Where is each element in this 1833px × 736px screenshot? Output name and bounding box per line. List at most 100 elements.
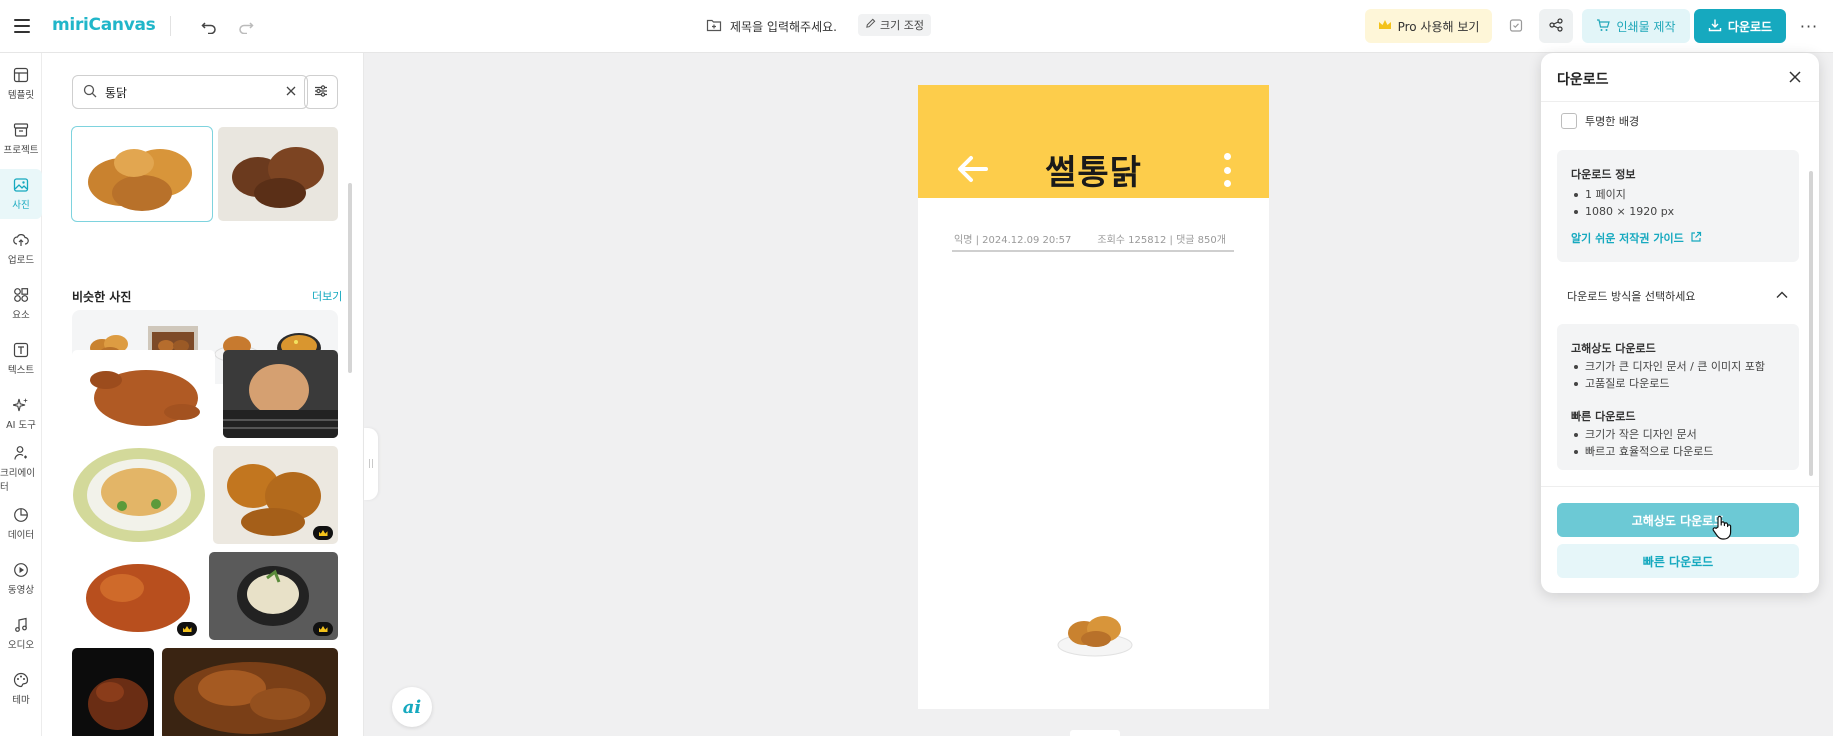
creator-icon bbox=[14, 446, 27, 460]
rail-item-elements[interactable]: 요소 bbox=[0, 279, 42, 329]
rail-item-data[interactable]: 데이터 bbox=[0, 499, 42, 549]
page-heading[interactable]: 썰통닭 bbox=[918, 145, 1269, 194]
rail-item-project[interactable]: 프로젝트 bbox=[0, 114, 42, 164]
rail-item-upload[interactable]: 업로드 bbox=[0, 224, 42, 274]
rail-label: 데이터 bbox=[7, 530, 35, 541]
menu-icon[interactable] bbox=[10, 14, 34, 38]
rail-item-template[interactable]: 템플릿 bbox=[0, 59, 42, 109]
collapse-panel-handle[interactable]: || bbox=[364, 428, 378, 500]
transparent-bg-option[interactable]: 투명한 배경 bbox=[1561, 113, 1639, 129]
download-method-toggle[interactable]: 다운로드 방식을 선택하세요 bbox=[1557, 281, 1799, 311]
page-list-handle[interactable] bbox=[1070, 730, 1120, 736]
info-item: 1080 × 1920 px bbox=[1571, 203, 1674, 220]
pro-label: Pro 사용해 보기 bbox=[1397, 19, 1480, 34]
photo-result[interactable] bbox=[71, 126, 213, 222]
premium-crown-icon bbox=[177, 622, 197, 636]
app-logo[interactable]: miriCanvas bbox=[52, 12, 156, 38]
photo-result[interactable] bbox=[72, 648, 154, 736]
post-meta[interactable]: 익명 | 2024.12.09 20:57 조회수 125812 | 댓글 85… bbox=[954, 231, 1234, 246]
rail-item-theme[interactable]: 테마 bbox=[0, 664, 42, 714]
photo-result[interactable] bbox=[218, 127, 338, 221]
print-order-button[interactable]: 인쇄물 제작 bbox=[1582, 9, 1690, 43]
search-box[interactable] bbox=[72, 75, 308, 109]
doc-title[interactable]: 제목을 입력해주세요. bbox=[706, 14, 837, 38]
text-icon bbox=[13, 342, 29, 358]
more-icon[interactable]: ··· bbox=[1797, 14, 1821, 38]
external-link-icon bbox=[1690, 231, 1702, 246]
photo-result[interactable] bbox=[213, 446, 338, 544]
fast-list: 크기가 작은 디자인 문서 빠르고 효율적으로 다운로드 bbox=[1571, 426, 1713, 460]
rail-label: 요소 bbox=[12, 310, 30, 321]
photo-result[interactable] bbox=[72, 446, 207, 544]
sparkle-icon bbox=[13, 398, 28, 412]
logo-text: miriCanvas bbox=[52, 15, 156, 35]
close-icon[interactable] bbox=[1785, 67, 1805, 87]
grilled-chicken-image bbox=[174, 662, 326, 734]
pro-trial-button[interactable]: Pro 사용해 보기 bbox=[1365, 9, 1492, 43]
dark-chicken-image bbox=[88, 678, 148, 730]
fast-download-button[interactable]: 빠른 다운로드 bbox=[1557, 544, 1799, 578]
download-button[interactable]: 다운로드 bbox=[1694, 9, 1786, 43]
rail-item-ai-tools[interactable]: AI 도구 bbox=[0, 389, 42, 439]
rail-item-text[interactable]: 텍스트 bbox=[0, 334, 42, 384]
clear-icon[interactable] bbox=[285, 85, 297, 100]
photo-result[interactable] bbox=[72, 350, 215, 438]
photo-panel: 비슷한 사진 더보기 bbox=[42, 53, 364, 736]
chart-icon bbox=[14, 508, 28, 522]
palette-icon bbox=[13, 672, 29, 688]
save-status-button[interactable] bbox=[1499, 9, 1533, 43]
transparent-bg-label: 투명한 배경 bbox=[1585, 115, 1640, 128]
download-panel: 다운로드 투명한 배경 다운로드 정보 1 페이지 1080 × 1920 px… bbox=[1541, 53, 1819, 593]
rail-label: 오디오 bbox=[7, 640, 35, 651]
redo-icon[interactable] bbox=[234, 14, 258, 38]
transparent-bg-checkbox[interactable] bbox=[1561, 113, 1577, 129]
download-info-title: 다운로드 정보 bbox=[1571, 168, 1636, 181]
download-panel-scrollbar[interactable] bbox=[1809, 171, 1813, 476]
hq-download-button[interactable]: 고해상도 다운로드 bbox=[1557, 503, 1799, 537]
undo-icon[interactable] bbox=[197, 14, 221, 38]
copyright-guide-link[interactable]: 알기 쉬운 저작권 가이드 bbox=[1571, 230, 1702, 246]
kebab-icon[interactable] bbox=[1223, 153, 1231, 187]
fast-item: 크기가 작은 디자인 문서 bbox=[1571, 426, 1713, 443]
divider bbox=[1541, 101, 1819, 102]
hand-cursor-icon bbox=[1712, 515, 1732, 540]
ai-assistant-button[interactable]: ai bbox=[392, 687, 432, 727]
chicken-wings-image bbox=[232, 147, 324, 208]
download-icon bbox=[1708, 18, 1722, 35]
similar-heading: 비슷한 사진 bbox=[72, 290, 132, 304]
rail-item-audio[interactable]: 오디오 bbox=[0, 609, 42, 659]
meta-divider bbox=[952, 250, 1234, 252]
music-icon bbox=[15, 617, 27, 632]
rail-item-photo[interactable]: 사진 bbox=[0, 169, 42, 219]
download-method-description: 고해상도 다운로드 크기가 큰 디자인 문서 / 큰 이미지 포함 고품질로 다… bbox=[1557, 324, 1799, 470]
search-input[interactable] bbox=[105, 85, 277, 99]
cart-icon bbox=[1596, 18, 1611, 35]
download-panel-title: 다운로드 bbox=[1557, 72, 1609, 88]
design-page[interactable]: 썰통닭 익명 | 2024.12.09 20:57 조회수 125812 | 댓… bbox=[918, 85, 1269, 709]
photo-result[interactable] bbox=[209, 552, 338, 640]
photo-result[interactable] bbox=[223, 350, 338, 438]
chicken-salad-image bbox=[73, 448, 205, 542]
chicken-image[interactable] bbox=[1056, 603, 1134, 659]
divider bbox=[170, 16, 171, 36]
rail-label: 템플릿 bbox=[7, 90, 35, 101]
print-label: 인쇄물 제작 bbox=[1616, 19, 1676, 34]
rail-item-creator[interactable]: 크리에이터 bbox=[0, 444, 42, 494]
photo-result[interactable] bbox=[72, 552, 202, 640]
filter-button[interactable] bbox=[304, 75, 338, 109]
premium-crown-icon bbox=[313, 622, 333, 636]
doc-title-placeholder: 제목을 입력해주세요. bbox=[730, 19, 837, 34]
rail-item-video[interactable]: 동영상 bbox=[0, 554, 42, 604]
rail-label: 프로젝트 bbox=[3, 145, 39, 156]
panel-scrollbar[interactable] bbox=[348, 183, 352, 373]
cloud-check-icon bbox=[1508, 17, 1524, 36]
rail-label: 테마 bbox=[12, 695, 30, 706]
search-icon bbox=[83, 84, 97, 101]
resize-button[interactable]: 크기 조정 bbox=[858, 14, 931, 36]
page-header-band[interactable]: 썰통닭 bbox=[918, 85, 1269, 198]
share-button[interactable] bbox=[1539, 9, 1573, 43]
folder-icon bbox=[13, 123, 29, 137]
photo-result[interactable] bbox=[162, 648, 338, 736]
left-rail: 템플릿 프로젝트 사진 업로드 요소 텍스트 AI 도구 크리에이터 데이터 동… bbox=[0, 53, 42, 736]
more-link[interactable]: 더보기 bbox=[312, 288, 342, 304]
